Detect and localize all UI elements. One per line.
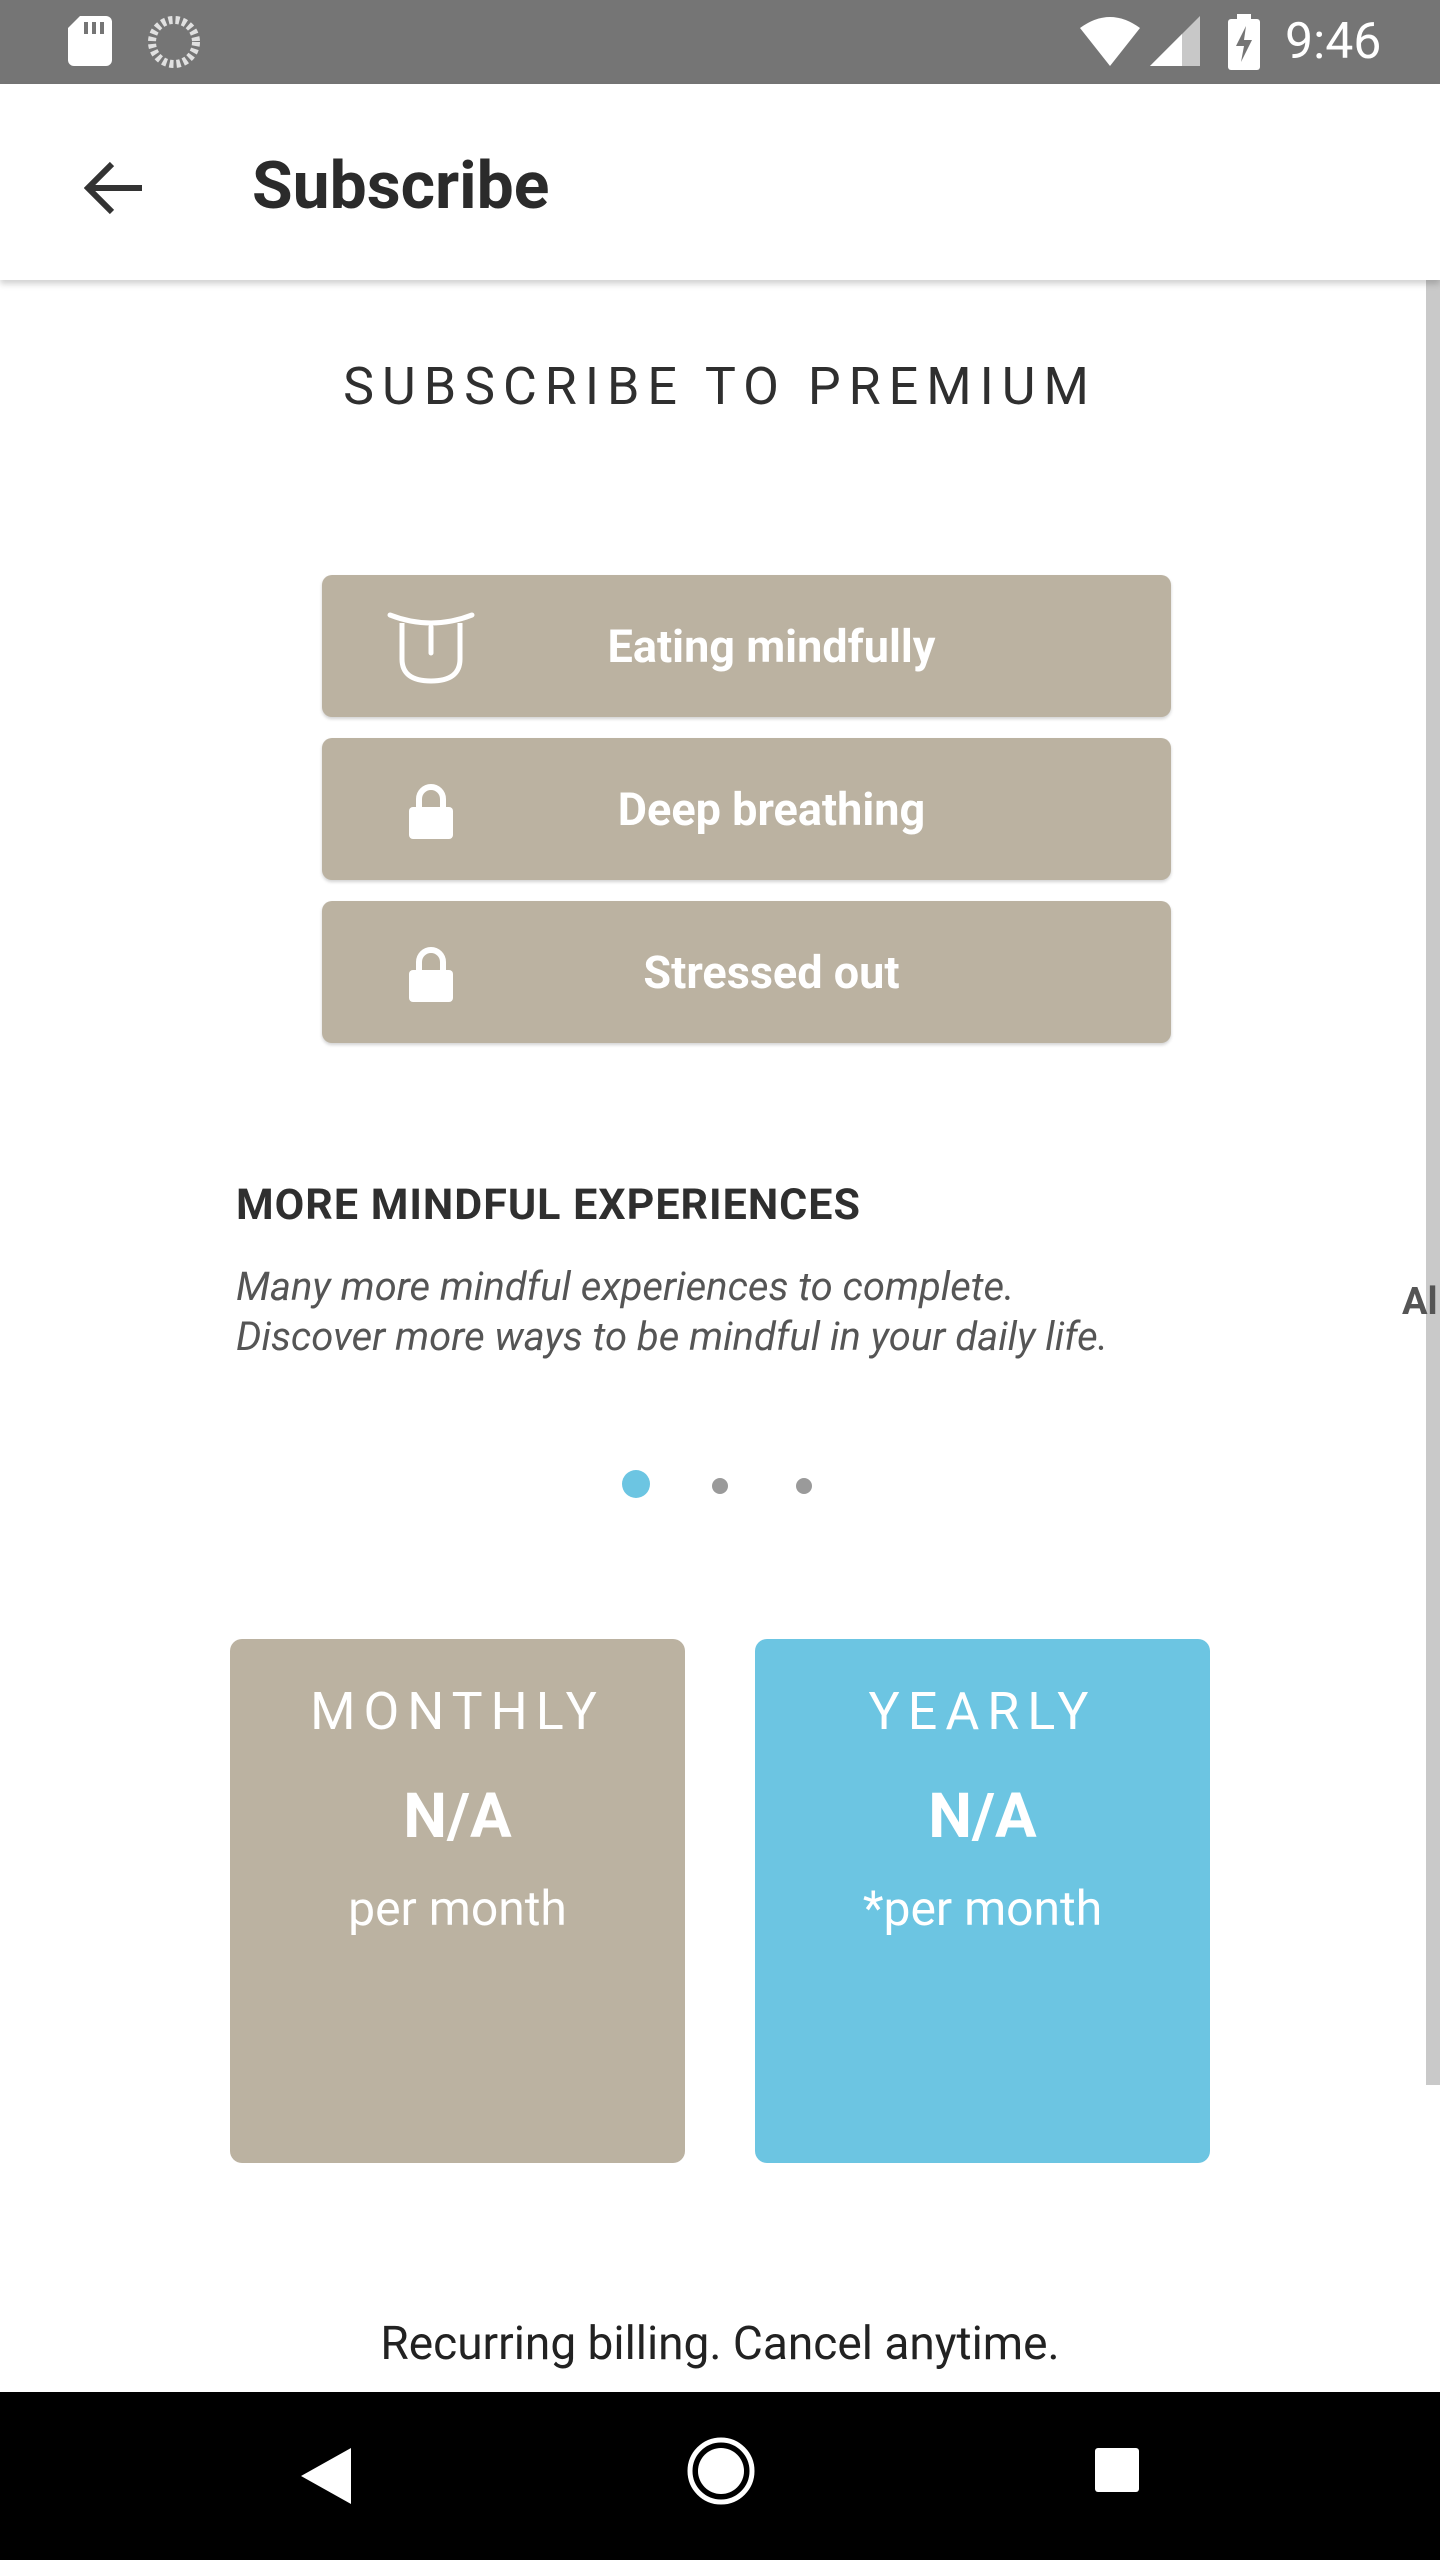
back-button[interactable] xyxy=(60,136,168,244)
plan-period: per month xyxy=(348,1880,567,1937)
premium-heading: SUBSCRIBE TO PREMIUM xyxy=(343,356,1097,417)
system-nav-bar xyxy=(0,2392,1440,2560)
section-description: Many more mindful experiences to complet… xyxy=(236,1262,1236,1362)
nav-recents-icon[interactable] xyxy=(1095,2448,1139,2492)
monthly-plan-card[interactable]: MONTHLY N/A per month xyxy=(230,1639,685,2163)
experience-label: Eating mindfully xyxy=(607,619,936,673)
sync-icon xyxy=(148,16,200,72)
app-bar: Subscribe xyxy=(0,84,1440,280)
page-dot[interactable] xyxy=(712,1478,728,1494)
scrollbar[interactable] xyxy=(1426,280,1440,2085)
next-page-peek: Al xyxy=(1402,1280,1438,1324)
plan-name: MONTHLY xyxy=(310,1681,605,1742)
battery-charging-icon xyxy=(1228,14,1260,74)
status-bar: 9:46 xyxy=(0,0,1440,84)
sd-card-icon xyxy=(68,16,112,70)
plan-name: YEARLY xyxy=(868,1681,1097,1742)
page-title: Subscribe xyxy=(252,148,550,225)
experience-label: Stressed out xyxy=(643,945,900,999)
nav-home-icon[interactable] xyxy=(686,2436,756,2506)
plan-price: N/A xyxy=(928,1780,1037,1853)
section-title: MORE MINDFUL EXPERIENCES xyxy=(236,1180,861,1230)
page-indicator xyxy=(0,1470,1440,1500)
page-dot-active[interactable] xyxy=(622,1470,650,1498)
arrow-back-icon xyxy=(83,160,144,220)
plan-period: *per month xyxy=(862,1880,1103,1937)
yearly-plan-card[interactable]: YEARLY N/A *per month xyxy=(755,1639,1210,2163)
billing-note: Recurring billing. Cancel anytime. xyxy=(380,2317,1060,2371)
experience-label: Deep breathing xyxy=(617,782,926,836)
experience-deep-breathing-button[interactable]: Deep breathing xyxy=(322,738,1171,880)
plan-price: N/A xyxy=(403,1780,512,1853)
section-description-line: Discover more ways to be mindful in your… xyxy=(236,1313,1108,1360)
page-dot[interactable] xyxy=(796,1478,812,1494)
experience-stressed-out-button[interactable]: Stressed out xyxy=(322,901,1171,1043)
signal-icon xyxy=(1150,16,1200,70)
wifi-icon xyxy=(1080,16,1140,70)
nav-back-icon[interactable] xyxy=(295,2444,355,2508)
section-description-line: Many more mindful experiences to complet… xyxy=(236,1263,1015,1310)
status-time: 9:46 xyxy=(1285,13,1382,71)
experience-eating-mindfully-button[interactable]: Eating mindfully xyxy=(322,575,1171,717)
